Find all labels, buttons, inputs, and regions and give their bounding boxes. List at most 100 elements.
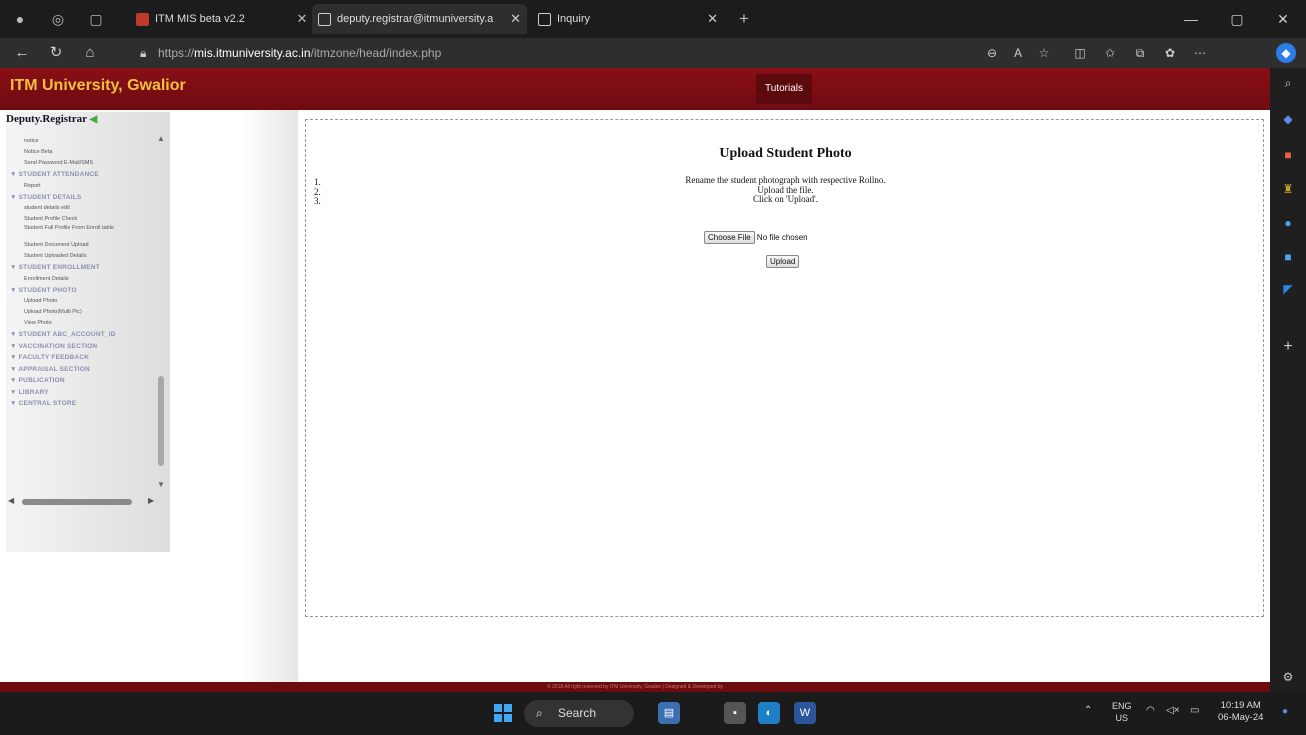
tools-icon[interactable]: ■: [1279, 146, 1297, 164]
no-file-text: No file chosen: [756, 233, 808, 242]
tray-chevron-icon[interactable]: ⌃: [1084, 705, 1092, 717]
app-icon[interactable]: ▪: [724, 702, 746, 724]
outlook-icon[interactable]: ■: [1279, 248, 1297, 266]
scroll-thumb[interactable]: [22, 499, 132, 505]
sidebar-section-header[interactable]: ▼ LIBRARY: [10, 387, 154, 399]
site-brand[interactable]: ITM University, Gwalior: [10, 77, 186, 95]
browser-tab-strip: ● ◎ ▢ ITM MIS beta v2.2 ✕ deputy.registr…: [0, 0, 1306, 38]
workspaces-icon[interactable]: ◎: [48, 9, 68, 29]
split-screen-icon[interactable]: ◫: [1070, 43, 1090, 63]
file-input[interactable]: Choose File No file chosen: [704, 231, 808, 244]
copilot-icon[interactable]: ◆: [1276, 43, 1296, 63]
url-input[interactable]: 🔒︎ https://mis.itmuniversity.ac.in/itmzo…: [138, 41, 998, 65]
windows-start-icon[interactable]: [494, 704, 512, 722]
choose-file-button[interactable]: Choose File: [704, 231, 755, 244]
url-prefix: https://: [158, 46, 195, 60]
search-icon[interactable]: ⌕: [1279, 74, 1297, 92]
address-bar-row: ← ↻ ⌂ 🔒︎ https://mis.itmuniversity.ac.in…: [0, 38, 1306, 68]
office-icon[interactable]: ●: [1279, 214, 1297, 232]
tab-actions-icon[interactable]: ▢: [86, 9, 106, 29]
sidebar-section-header[interactable]: ▼ STUDENT PHOTO: [10, 285, 154, 297]
sidebar-section-header[interactable]: ▼ PUBLICATION: [10, 375, 154, 387]
site-favicon-icon: [136, 12, 149, 26]
sidebar-menu-item[interactable]: Student Full Profile From Enroll table: [10, 225, 154, 240]
sidebar-menu-item[interactable]: Report: [10, 181, 154, 192]
new-tab-icon[interactable]: +: [734, 9, 754, 29]
sidebar-section-header[interactable]: ▼ STUDENT ENROLLMENT: [10, 262, 154, 274]
sidebar-menu-item[interactable]: Student Profile Check: [10, 214, 154, 225]
tab-itm-mis[interactable]: ITM MIS beta v2.2: [130, 4, 290, 34]
page-favicon-icon: [318, 12, 331, 26]
tab-inquiry[interactable]: Inquiry ✕: [532, 4, 724, 34]
scroll-thumb[interactable]: [158, 376, 164, 466]
scroll-left-icon[interactable]: ◀: [8, 496, 14, 505]
date: 06-May-24: [1218, 712, 1264, 723]
sidebar-section-header[interactable]: ▼ VACCINATION SECTION: [10, 341, 154, 353]
refresh-icon[interactable]: ↻: [44, 43, 68, 63]
settings-gear-icon[interactable]: ⚙: [1279, 668, 1297, 686]
add-sidebar-icon[interactable]: +: [1279, 338, 1297, 356]
close-window-icon[interactable]: ✕: [1260, 0, 1306, 38]
home-icon[interactable]: ⌂: [78, 43, 102, 63]
sidebar-menu: notice Notice Beta Send Password E-Mail/SM…: [10, 136, 154, 410]
collections-icon[interactable]: ⧉: [1130, 43, 1150, 63]
taskbar-search[interactable]: ⌕ Search: [524, 700, 634, 727]
file-explorer-icon[interactable]: ▤: [658, 702, 680, 724]
lang-top: ENG: [1112, 701, 1132, 711]
instruction-line: Click on 'Upload'.: [753, 194, 818, 204]
extensions-icon[interactable]: ✿: [1160, 43, 1180, 63]
volume-icon[interactable]: ◁×: [1166, 705, 1180, 717]
scroll-down-icon[interactable]: ▼: [156, 480, 166, 489]
favorite-star-icon[interactable]: ☆: [1034, 43, 1054, 63]
more-menu-icon[interactable]: ⋯: [1190, 43, 1210, 63]
zoom-icon[interactable]: ⊖: [982, 43, 1002, 63]
clock[interactable]: 10:19 AM 06-May-24: [1218, 700, 1263, 724]
minimize-icon[interactable]: —: [1168, 0, 1214, 38]
sidebar-section-header[interactable]: ▼ STUDENT ATTENDANCE: [10, 169, 154, 181]
send-icon[interactable]: ◤: [1279, 280, 1297, 298]
maximize-icon[interactable]: ▢: [1214, 0, 1260, 38]
battery-icon[interactable]: ▭: [1190, 705, 1199, 717]
sidebar-menu-item[interactable]: Notice Beta: [10, 147, 154, 158]
close-tab-icon[interactable]: ✕: [707, 4, 718, 34]
language-indicator[interactable]: ENG US: [1112, 700, 1132, 724]
sidebar-vertical-scrollbar[interactable]: ▲ ▼: [156, 134, 166, 494]
sidebar-menu-item[interactable]: Send Password E-Mail/SMS: [10, 158, 154, 169]
notification-icon[interactable]: ●: [1282, 706, 1288, 718]
sidebar-menu-item[interactable]: Upload Photo: [10, 296, 154, 307]
scroll-up-icon[interactable]: ▲: [156, 134, 166, 143]
instructions: Rename the student photograph with respe…: [306, 175, 1265, 205]
sidebar-menu-item[interactable]: Student Uploaded Details: [10, 251, 154, 262]
favorites-icon[interactable]: ✩: [1100, 43, 1120, 63]
sidebar-menu-item[interactable]: View Photo: [10, 318, 154, 329]
sidebar-menu-item[interactable]: notice: [10, 136, 154, 147]
sidebar-menu-item[interactable]: Student Document Upload: [10, 240, 154, 251]
tab-deputy-registrar[interactable]: deputy.registrar@itmuniversity.a ✕: [312, 4, 527, 34]
tutorials-button[interactable]: Tutorials: [756, 74, 812, 104]
read-aloud-icon[interactable]: A: [1008, 43, 1028, 63]
sidebar-menu-item[interactable]: Enrollment Details: [10, 274, 154, 285]
back-icon[interactable]: ←: [10, 43, 34, 63]
edge-icon[interactable]: ◐: [758, 702, 780, 724]
sidebar-section-header[interactable]: ▼ STUDENT DETAILS: [10, 192, 154, 204]
sidebar-section-header[interactable]: ▼ STUDENT ABC_ACCOUNT_ID: [10, 329, 154, 341]
sidebar-section-header[interactable]: ▼ CENTRAL STORE: [10, 398, 154, 410]
close-tab-icon[interactable]: ✕: [292, 9, 312, 29]
word-icon[interactable]: W: [794, 702, 816, 724]
sidebar-horizontal-scrollbar[interactable]: ◀ ▶: [8, 496, 158, 507]
upload-button[interactable]: Upload: [766, 255, 800, 268]
sidebar-menu-item[interactable]: student details edit: [10, 203, 154, 214]
games-icon[interactable]: ♜: [1279, 180, 1297, 198]
tab-label: Inquiry: [557, 13, 591, 25]
sidebar-menu-item[interactable]: Upload Photo(Multi Pic): [10, 307, 154, 318]
scroll-right-icon[interactable]: ▶: [148, 496, 154, 505]
sidebar-section-header[interactable]: ▼ FACULTY FEEDBACK: [10, 352, 154, 364]
online-dot-icon: ◀︎: [89, 114, 98, 125]
windows-taskbar: ⌕ Search ▤ ▪ ◐ W ⌃ ENG US ◠ ◁× ▭ 10:19 A…: [0, 692, 1306, 735]
web-page: ITM University, Gwalior Tutorials Deputy…: [0, 68, 1270, 692]
close-tab-icon[interactable]: ✕: [510, 4, 521, 34]
shopping-icon[interactable]: ◆: [1279, 110, 1297, 128]
sidebar-section-header[interactable]: ▼ APPRAISAL SECTION: [10, 364, 154, 376]
profile-icon[interactable]: ●: [10, 9, 30, 29]
wifi-icon[interactable]: ◠: [1146, 705, 1155, 717]
